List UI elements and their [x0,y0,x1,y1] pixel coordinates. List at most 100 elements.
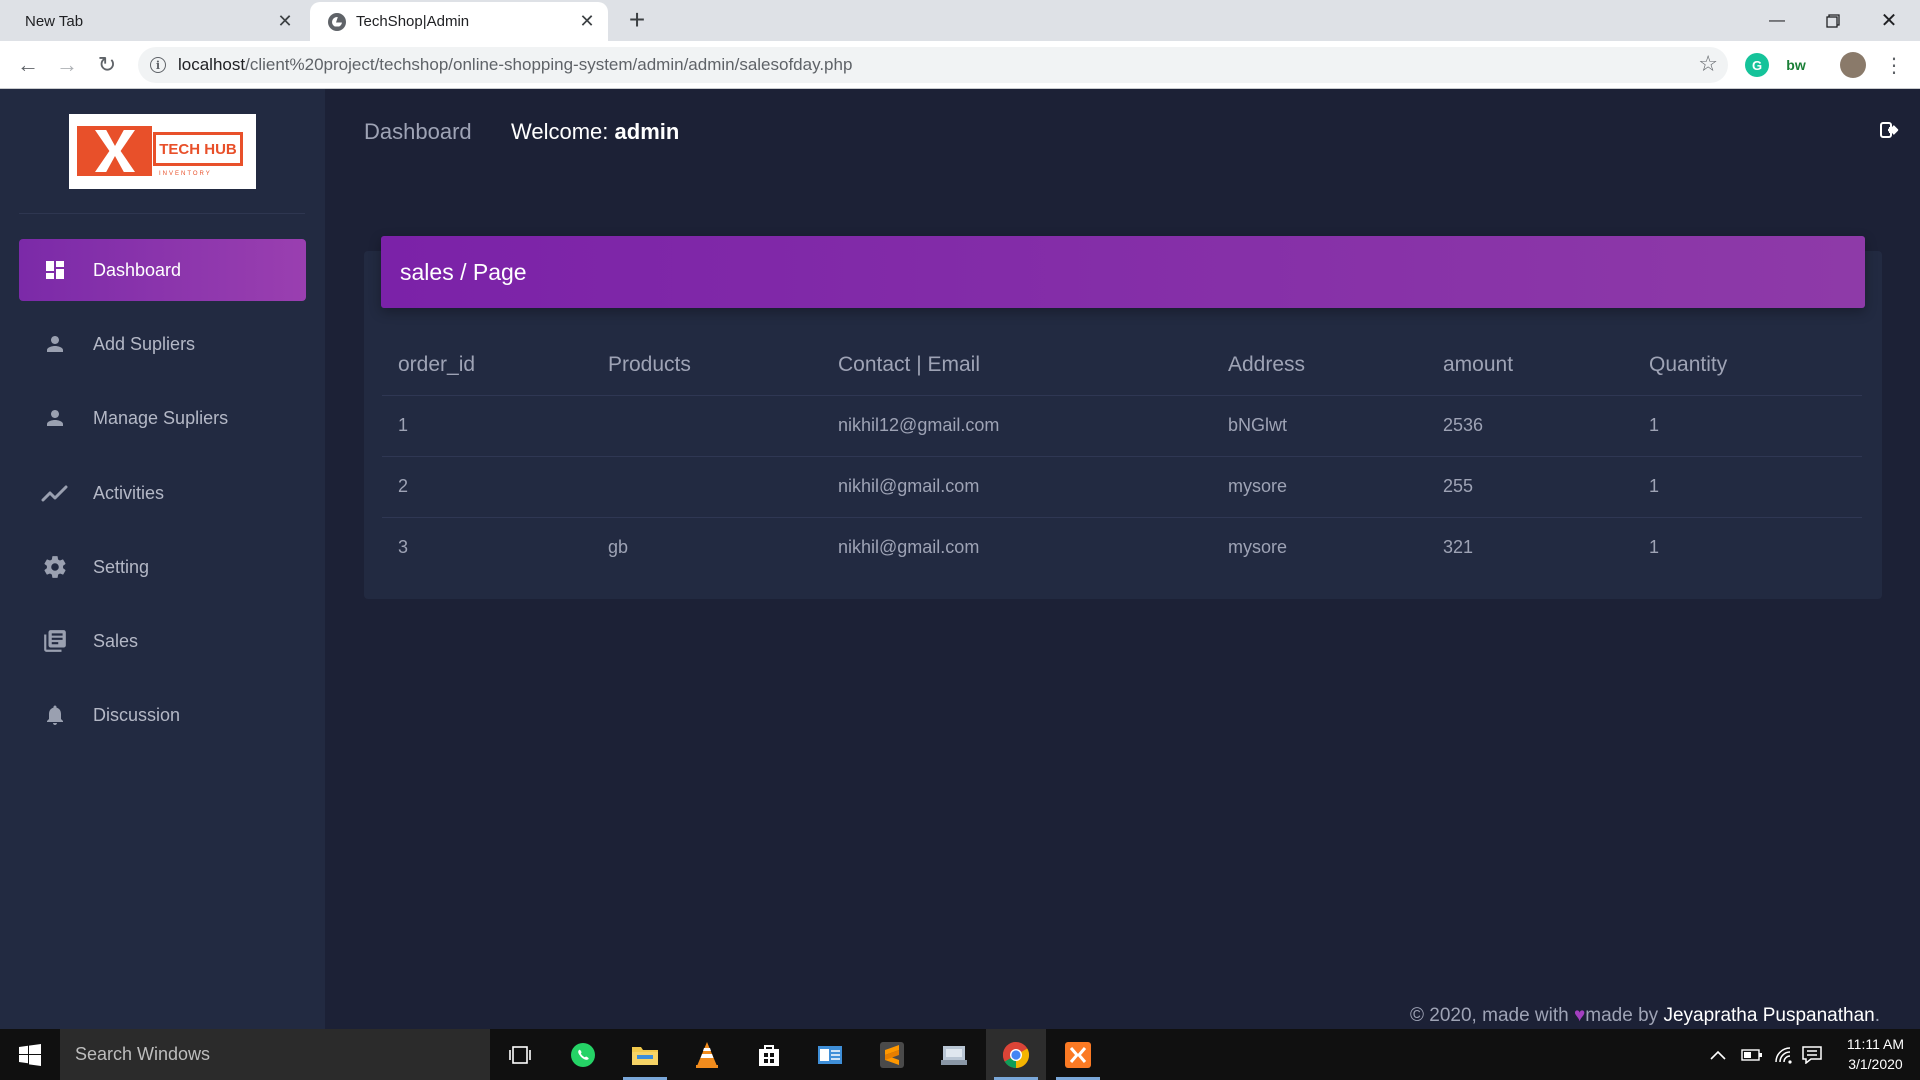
sidebar-item-label: Sales [93,630,139,651]
welcome-prefix: Welcome: [511,119,609,144]
cell-amount: 2536 [1427,395,1633,457]
back-icon[interactable]: ← [12,49,44,81]
cell-quantity: 1 [1649,537,1660,558]
forward-icon[interactable]: → [51,49,83,81]
url-text: localhost/client%20project/techshop/onli… [178,55,853,74]
sidebar-item-dashboard[interactable]: Dashboard [19,239,306,301]
sidebar-item-label: Discussion [93,704,181,725]
person-icon [39,406,71,430]
cell-products [592,395,822,457]
sublime-icon[interactable] [862,1029,922,1080]
column-header: Contact | Email [822,335,1212,396]
cell-email: nikhil@gmail.com [838,537,980,558]
more-icon[interactable]: ⋮ [1878,49,1910,81]
new-tab-icon[interactable]: + [622,4,652,36]
table-row: 3 gb nikhil@gmail.com mysore 321 1 [382,517,1862,578]
profile-avatar[interactable] [1840,52,1866,78]
dashboard-icon [39,258,71,282]
wifi-icon[interactable] [1774,1029,1794,1080]
cell-order-id: 1 [382,395,592,457]
column-header: Address [1212,335,1427,396]
vlc-icon[interactable] [677,1029,737,1080]
sidebar-item-sales[interactable]: Sales [19,610,306,672]
minimize-icon[interactable]: — [1754,0,1800,41]
sidebar-item-discussion[interactable]: Discussion [19,684,306,746]
reload-icon[interactable]: ↻ [91,49,123,81]
logout-icon[interactable] [1880,121,1902,141]
close-tab-icon[interactable]: ✕ [270,11,300,32]
trending-icon [39,481,71,505]
tab-new-tab[interactable]: New Tab ✕ [0,2,306,41]
cell-quantity: 1 [1633,456,1862,518]
notification-icon[interactable] [1802,1029,1822,1080]
network-drive-icon[interactable] [924,1029,984,1080]
table-row: 2 nikhil@gmail.com mysore 255 1 [382,456,1862,518]
taskbar-search-input[interactable]: Search Windows [60,1029,490,1080]
outlook-icon[interactable] [800,1029,860,1080]
clock-time: 11:11 AM [1846,1036,1904,1052]
table-row: 1 nikhil12@gmail.com bNGlwt 2536 1 [382,395,1862,457]
sidebar-divider [19,213,305,214]
topnav-dashboard-link[interactable]: Dashboard [364,119,472,145]
sidebar-item-label: Setting [93,556,150,577]
tab-techshop-admin[interactable]: TechShop|Admin ✕ [310,2,608,41]
sidebar-item-add-supliers[interactable]: Add Supliers [19,313,306,375]
footer: © 2020, made with ♥made by Jeyapratha Pu… [1410,1005,1880,1027]
info-icon[interactable]: i [150,57,166,73]
address-bar[interactable]: i localhost/client%20project/techshop/on… [138,47,1728,83]
username: admin [614,119,680,144]
close-window-icon[interactable]: ✕ [1866,0,1912,41]
cell-address: mysore [1228,537,1288,558]
sidebar-item-activities[interactable]: Activities [19,462,306,524]
logo-sub-text: INVENTORY [159,171,212,177]
battery-icon[interactable] [1741,1029,1763,1080]
cell-amount: 321 [1443,537,1474,558]
card-title: sales / Page [381,236,1865,308]
cell-amount: 255 [1427,456,1633,518]
star-icon[interactable]: ☆ [1698,51,1718,77]
cell-address: bNGlwt [1212,395,1427,457]
show-hidden-icons[interactable] [1710,1029,1726,1080]
tab-title: New Tab [25,13,84,30]
windows-start-icon[interactable] [0,1029,60,1080]
footer-author[interactable]: Jeyapratha Puspanathan [1663,1005,1874,1026]
cell-address: mysore [1212,456,1427,518]
bell-icon [39,702,71,728]
whatsapp-icon[interactable] [553,1029,613,1080]
system-clock[interactable]: 11:11 AM 3/1/2020 [1847,1034,1904,1074]
column-header: amount [1427,335,1633,396]
chrome-icon[interactable] [986,1029,1046,1080]
bw-extension-icon[interactable]: bw [1784,53,1808,77]
table-header-row: order_id Products Contact | Email Addres… [382,335,1862,396]
close-tab-icon[interactable]: ✕ [572,11,602,32]
restore-icon[interactable] [1810,0,1856,41]
footer-suffix: . [1874,1005,1880,1026]
library-books-icon [39,628,71,654]
person-icon [39,332,71,356]
heart-icon: ♥ [1574,1005,1586,1026]
sidebar-item-manage-supliers[interactable]: Manage Supliers [19,387,306,449]
techhub-logo[interactable]: TECH HUB INVENTORY [69,114,256,189]
column-header: Products [592,335,822,396]
sidebar-item-label: Add Supliers [93,333,196,354]
grammarly-icon[interactable]: G [1745,53,1769,77]
xampp-icon[interactable] [1048,1029,1108,1080]
globe-icon [328,12,346,31]
store-icon[interactable] [739,1029,799,1080]
cell-email: nikhil@gmail.com [822,456,1212,518]
main-content: Dashboard Welcome: admin sales / Page or… [325,89,1920,1029]
column-header: Quantity [1633,335,1862,396]
cell-quantity: 1 [1633,395,1862,457]
cell-products: gb [608,537,629,558]
sales-card: sales / Page order_id Products Contact |… [364,236,1882,599]
file-explorer-icon[interactable] [615,1029,675,1080]
task-view-icon[interactable] [490,1029,550,1080]
welcome-message: Welcome: admin [511,119,679,145]
logo-brand-text: TECH HUB [153,132,243,166]
sales-table: order_id Products Contact | Email Addres… [382,335,1862,578]
footer-made-by: made by [1585,1005,1659,1026]
sidebar-item-setting[interactable]: Setting [19,536,306,598]
windows-taskbar: Search Windows 11:11 AM 3/1/2020 [0,1029,1920,1080]
sidebar-item-label: Activities [93,482,165,503]
cell-order-id: 2 [382,456,592,518]
